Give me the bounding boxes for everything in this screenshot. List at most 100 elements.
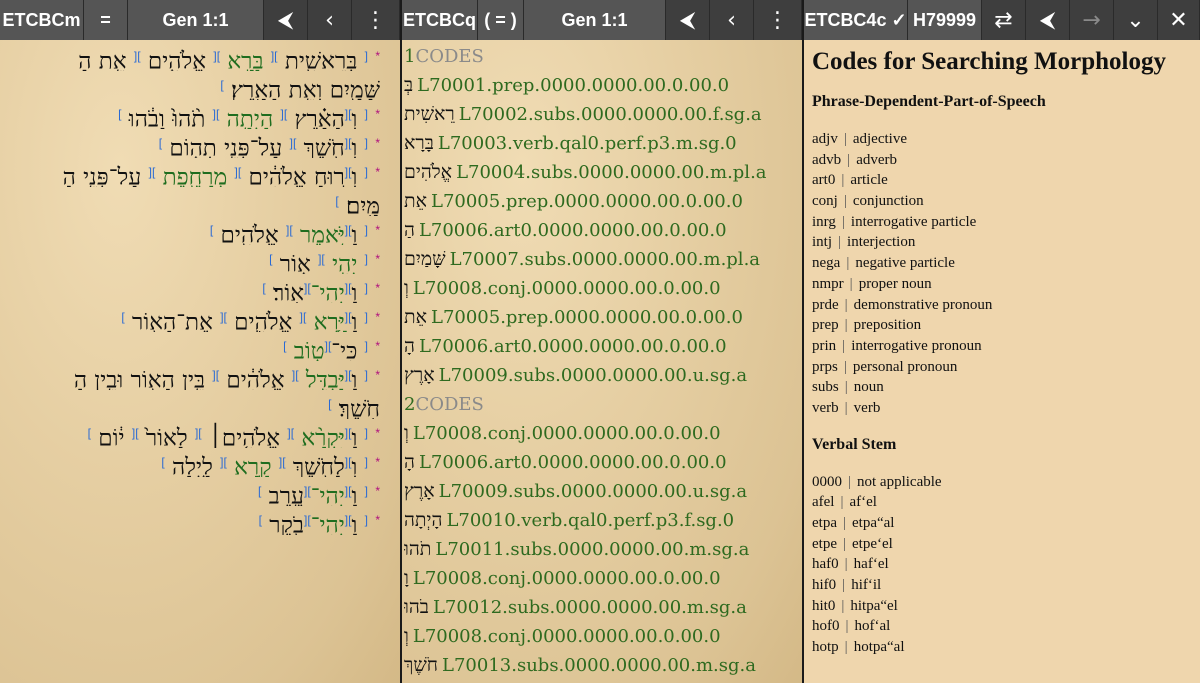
back-history-icon[interactable]: ⮜	[264, 0, 308, 40]
code-list: 0000 | not applicable afel | af‘el etpa | etpa“a…	[812, 472, 1194, 658]
code-entry[interactable]: חֹשֶׁךְ L70013.subs.0000.0000.00.m.sg.a	[404, 651, 802, 680]
code-entry[interactable]: שָּׁמַיִם L70007.subs.0000.0000.00.m.pl.a	[404, 245, 802, 274]
hebrew-line[interactable]: * [ וְ][לַחֹ֖שֶׁךְ ][ קָ֣רָא ][ לָ֑יְלָה…	[0, 448, 388, 477]
codes-body: 1CODES בְּ L70001.prep.0000.0000.00.0.00.0…	[402, 40, 802, 683]
hebrew-word: הַ	[404, 219, 415, 241]
code-entry[interactable]: וְ L70008.conj.0000.0000.00.0.00.0	[404, 274, 802, 303]
code-row: hif0 | hif‘il	[812, 575, 1194, 596]
dropdown-icon[interactable]: ⌄	[1114, 0, 1158, 40]
code-entry[interactable]: וְ L70008.conj.0000.0000.00.0.00.0	[404, 622, 802, 651]
hebrew-line[interactable]: * [ יְהִ֣י ][ א֑וֹר ]	[0, 245, 388, 274]
morph-code: L70002.subs.0000.0000.00.f.sg.a	[458, 104, 762, 125]
code-entry[interactable]: אָרֶץ L70009.subs.0000.0000.00.u.sg.a	[404, 477, 802, 506]
hebrew-word: רֵאשִׁית	[404, 103, 455, 125]
separator: |	[838, 234, 842, 251]
hebrew-line[interactable]: * [ וַ][יְהִי־][בֹ֖קֶר ]	[0, 506, 388, 535]
hebrew-line[interactable]: * [ וַ][יֹּ֥אמֶר ][ אֱלֹהִ֖ים ]3	[0, 216, 388, 245]
menu-icon[interactable]: ⋮	[754, 0, 802, 40]
hebrew-line[interactable]: * [ וְ][חֹ֖שֶׁךְ ][ עַל־פְּנֵ֣י תְה֑וֹם …	[0, 129, 388, 158]
back-history-icon[interactable]: ⮜	[1026, 0, 1070, 40]
hebrew-line[interactable]: * [ וְ][ר֣וּחַ אֱלֹהִ֔ים ][ מְרַחֶ֖פֶת ]…	[0, 158, 388, 187]
separator: |	[840, 494, 844, 511]
hebrew-line[interactable]: * [ בְּרֵאשִׁ֖ית ][ בָּרָ֣א ][ אֱלֹהִ֑ים…	[0, 42, 388, 71]
hebrew-line[interactable]: מָּֽיִם׃ ]	[0, 187, 388, 216]
back-icon[interactable]: ‹	[710, 0, 754, 40]
morph-code: L70012.subs.0000.0000.00.m.sg.a	[432, 597, 747, 618]
code-abbrev: etpe	[812, 535, 837, 552]
code-abbrev: hotp	[812, 639, 839, 656]
hebrew-line[interactable]: שָּׁמַ֖יִם וְאֵ֥ת הָאָֽרֶץ׃ ]	[0, 71, 388, 100]
code-description: conjunction	[852, 193, 924, 210]
code-entry[interactable]: רֵאשִׁית L70002.subs.0000.0000.00.f.sg.a	[404, 100, 802, 129]
hebrew-line[interactable]: חֹֽשֶׁךְ׃ ]	[0, 390, 388, 419]
morph-code: L70001.prep.0000.0000.00.0.00.0	[417, 75, 730, 96]
hebrew-line[interactable]: * [ וַ][יַּ֧רְא ][ אֱלֹהִ֛ים ][ אֶת־הָא֖…	[0, 303, 388, 332]
code-entry[interactable]: וָ L70008.conj.0000.0000.00.0.00.0	[404, 564, 802, 593]
code-row: nmpr | proper noun	[812, 274, 1194, 295]
code-description: not applicable	[857, 473, 942, 490]
parallel-mode-button[interactable]: =	[84, 0, 128, 40]
hebrew-word: אָרֶץ	[404, 480, 435, 502]
code-entry[interactable]: הָ L70006.art0.0000.0000.00.0.00.0	[404, 448, 802, 477]
code-row: subs | noun	[812, 377, 1194, 398]
version-button[interactable]: ETCBCq	[402, 0, 478, 40]
reference-button[interactable]: Gen 1:1	[524, 0, 666, 40]
code-entry[interactable]: תֹהוּ L70011.subs.0000.0000.00.m.sg.a	[404, 535, 802, 564]
hebrew-line[interactable]: * [ וַ][יְהִי־][עֶ֥רֶב ]	[0, 477, 388, 506]
hebrew-line[interactable]: * [ וַ][יַּבְדֵּ֣ל ][ אֱלֹהִ֔ים ][ בֵּ֥י…	[0, 361, 388, 390]
hebrew-line[interactable]: * [ וַ][יִּקְרָ֨א ][ אֱלֹהִ֤ים׀ ][ לָאוֹ…	[0, 419, 388, 448]
code-abbrev: hit0	[812, 597, 836, 614]
swap-icon[interactable]: ⇄	[982, 0, 1026, 40]
parallel-mode-button[interactable]: ( = )	[478, 0, 524, 40]
close-icon[interactable]: ✕	[1158, 0, 1200, 40]
morphology-pane: ETCBC4c ✓ H79999 ⇄ ⮜ → ⌄ ✕ Codes for Sea…	[804, 0, 1200, 683]
hebrew-text-pane: ETCBCm = Gen 1:1 ⮜ ‹ ⋮ * [ בְּרֵאשִׁ֖ית …	[0, 0, 400, 683]
code-abbrev: hof0	[812, 618, 840, 635]
code-row: inrg | interrogative particle	[812, 212, 1194, 233]
code-description: af‘el	[849, 494, 877, 511]
hebrew-line[interactable]: * [ וְ][הָאָ֗רֶץ ][ הָיְתָ֥ה ][ תֹ֨הוּ֙ …	[0, 100, 388, 129]
morphology-title: Codes for Searching Morphology	[812, 48, 1166, 75]
code-entry[interactable]: בֹהוּ L70012.subs.0000.0000.00.m.sg.a	[404, 593, 802, 622]
code-abbrev: 0000	[812, 473, 842, 490]
hebrew-word: בָּרָא	[404, 132, 434, 154]
code-entry[interactable]: הַ L70006.art0.0000.0000.00.0.00.0	[404, 216, 802, 245]
code-entry[interactable]: הָיְתָה L70010.verb.qal0.perf.p3.f.sg.0	[404, 506, 802, 535]
code-abbrev: afel	[812, 494, 835, 511]
back-history-icon[interactable]: ⮜	[666, 0, 710, 40]
hebrew-word: וָ	[404, 567, 409, 589]
morph-code: L70006.art0.0000.0000.00.0.00.0	[418, 336, 727, 357]
hebrew-line[interactable]: * [ כִּי־][ט֑וֹב ]	[0, 332, 388, 361]
reference-button[interactable]: H79999	[908, 0, 982, 40]
code-row: 0000 | not applicable	[812, 472, 1194, 493]
code-entry[interactable]: אֱלֹהִים L70004.subs.0000.0000.00.m.pl.a	[404, 158, 802, 187]
forward-icon[interactable]: →	[1070, 0, 1114, 40]
code-entry[interactable]: בְּ L70001.prep.0000.0000.00.0.00.0	[404, 71, 802, 100]
code-entry[interactable]: אֵת L70005.prep.0000.0000.00.0.00.0	[404, 187, 802, 216]
reference-button[interactable]: Gen 1:1	[128, 0, 264, 40]
codes-heading[interactable]: 2CODES	[404, 390, 802, 419]
code-entry[interactable]: וְ L70008.conj.0000.0000.00.0.00.0	[404, 419, 802, 448]
hebrew-line[interactable]: * [ וַ][יְהִי־][אֽוֹר׃ ]	[0, 274, 388, 303]
version-button[interactable]: ETCBCm	[0, 0, 84, 40]
hebrew-word: הָיְתָה	[404, 509, 443, 531]
code-abbrev: advb	[812, 151, 842, 168]
morph-code: L70006.art0.0000.0000.00.0.00.0	[418, 452, 727, 473]
codes-heading[interactable]: 1CODES	[404, 42, 802, 71]
section-heading: Phrase-Dependent-Part-of-Speech	[812, 93, 1046, 110]
code-abbrev: inrg	[812, 213, 836, 230]
back-icon[interactable]: ‹	[308, 0, 352, 40]
code-lines: 1CODES בְּ L70001.prep.0000.0000.00.0.00.0…	[404, 42, 802, 680]
code-abbrev: haf0	[812, 556, 839, 573]
code-abbrev: etpa	[812, 515, 837, 531]
code-entry[interactable]: הָ L70006.art0.0000.0000.00.0.00.0	[404, 332, 802, 361]
code-entry[interactable]: אָרֶץ L70009.subs.0000.0000.00.u.sg.a	[404, 361, 802, 390]
menu-icon[interactable]: ⋮	[352, 0, 400, 40]
code-entry[interactable]: בָּרָא L70003.verb.qal0.perf.p3.m.sg.0	[404, 129, 802, 158]
separator: |	[842, 535, 846, 552]
code-entry[interactable]: אֵת L70005.prep.0000.0000.00.0.00.0	[404, 303, 802, 332]
version-button[interactable]: ETCBC4c ✓	[804, 0, 908, 40]
separator: |	[849, 275, 853, 292]
morph-code: L70008.conj.0000.0000.00.0.00.0	[412, 423, 721, 444]
morph-code: L70011.subs.0000.0000.00.m.sg.a	[435, 539, 750, 560]
